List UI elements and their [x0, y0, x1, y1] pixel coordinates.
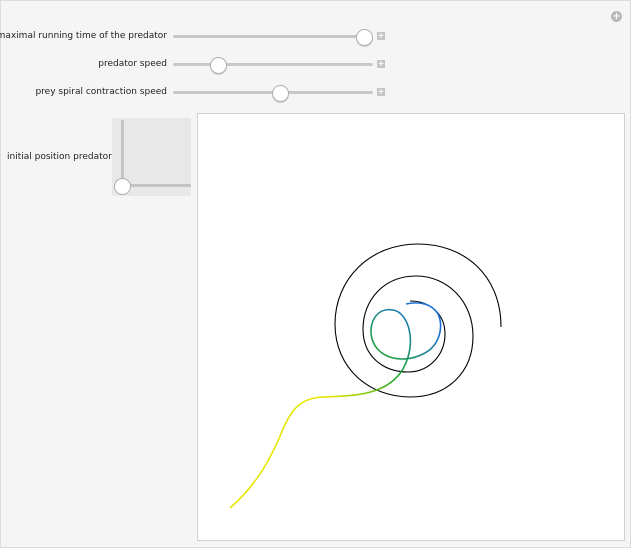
slider-label-running-time: maximal running time of the predator: [0, 31, 167, 41]
pursuit-plot: [229, 243, 502, 509]
slider-row-running-time: maximal running time of the predator +: [0, 29, 401, 46]
expand-plus-icon[interactable]: +: [377, 88, 385, 96]
slider-row-predator-speed: predator speed +: [1, 57, 401, 74]
slider-thumb-contraction-speed[interactable]: [272, 85, 289, 102]
expand-plus-icon[interactable]: +: [377, 60, 385, 68]
slider-running-time[interactable]: [173, 29, 373, 46]
demo-panel: + maximal running time of the predator +…: [0, 0, 631, 548]
slider-label-predator-speed: predator speed: [98, 59, 167, 69]
plot-area: [197, 113, 625, 541]
expand-plus-icon[interactable]: +: [377, 32, 385, 40]
slider-predator-speed[interactable]: [173, 57, 373, 74]
pad-thumb[interactable]: [114, 178, 131, 195]
prey-spiral-path: [334, 243, 502, 398]
slider-thumb-running-time[interactable]: [356, 29, 373, 46]
slider-contraction-speed[interactable]: [173, 85, 373, 102]
options-plus-icon[interactable]: +: [611, 11, 622, 22]
pad-label-initial-position: initial position predator: [7, 152, 112, 162]
slider-thumb-predator-speed[interactable]: [210, 57, 227, 74]
initial-position-pad[interactable]: [112, 118, 191, 196]
slider-label-contraction-speed: prey spiral contraction speed: [35, 87, 167, 97]
slider-row-contraction-speed: prey spiral contraction speed +: [1, 85, 401, 102]
